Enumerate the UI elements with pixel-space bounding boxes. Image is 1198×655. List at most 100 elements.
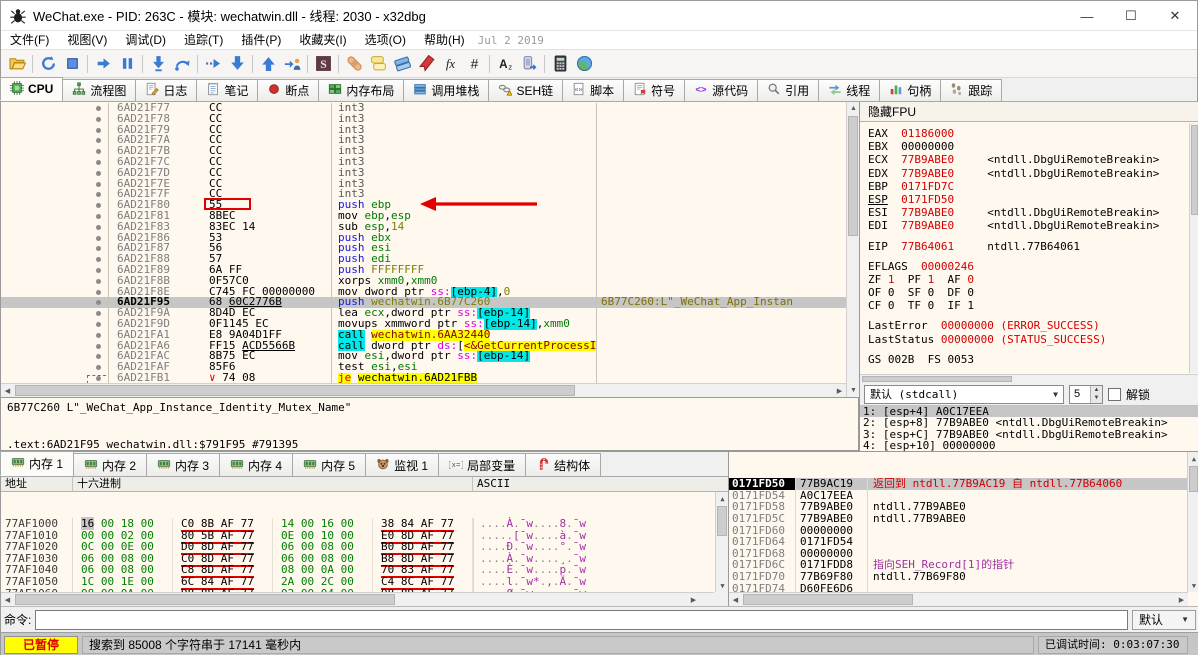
tab-locals-6[interactable]: [x=] 局部变量	[438, 453, 527, 476]
register-line[interactable]: LastStatus 00000000 (STATUS_SUCCESS)	[868, 333, 1190, 346]
pause-icon[interactable]	[115, 52, 139, 76]
breakpoint-dot[interactable]	[93, 297, 109, 309]
tab-reference[interactable]: 引用	[757, 79, 820, 101]
function-icon[interactable]: fx	[438, 52, 462, 76]
hash-icon[interactable]: #	[462, 52, 486, 76]
menu-item-1[interactable]: 视图(V)	[58, 31, 116, 50]
tab-memory-2[interactable]: 内存 3	[146, 453, 221, 476]
register-line[interactable]: EIP 77B64061 ntdll.77B64061	[868, 240, 1190, 253]
stepper-down-icon[interactable]: ▼	[1091, 394, 1102, 403]
unlock-checkbox[interactable]	[1108, 387, 1121, 401]
dump-row[interactable]: 77AF1000 16 00 18 00 C0 8B AF 77 14 00 16 0…	[1, 517, 728, 532]
dump-hscrollbar[interactable]: ◀ ▶	[1, 592, 714, 607]
font-icon[interactable]: Az	[493, 52, 517, 76]
breakpoint-dot[interactable]	[93, 135, 109, 147]
calculator-icon[interactable]	[548, 52, 572, 76]
attach-icon[interactable]	[517, 52, 541, 76]
dump-rows[interactable]: 77AF1000 16 00 18 00 C0 8B AF 77 14 00 16 0…	[1, 492, 728, 592]
breakpoint-dot[interactable]	[93, 232, 109, 244]
register-line[interactable]	[868, 233, 1190, 240]
register-line[interactable]	[868, 253, 1190, 260]
register-line[interactable]: EAX 01186000	[868, 127, 1190, 140]
breakpoint-dot[interactable]	[93, 243, 109, 255]
dump-row[interactable]: 77AF1050 1C 00 1E 00 6C 84 AF 77 2A 00 2C 0…	[1, 574, 728, 590]
tab-memory-4[interactable]: 内存 5	[292, 453, 367, 476]
tab-log[interactable]: 日志	[135, 79, 198, 101]
calling-convention-dropdown[interactable]: 默认 (stdcall) ▼	[864, 384, 1064, 404]
scylla-icon[interactable]: S	[311, 52, 335, 76]
register-line[interactable]	[868, 346, 1190, 353]
tab-symbol[interactable]: 符号	[623, 79, 686, 101]
open-file-icon[interactable]	[5, 52, 29, 76]
breakpoint-dot[interactable]	[93, 362, 109, 373]
breakpoint-dot[interactable]	[93, 156, 109, 168]
registers-list[interactable]: EAX 01186000 EBX 00000000 ECX 77B9ABE0 <nt…	[860, 123, 1190, 373]
command-profile-dropdown[interactable]: 默认 ▼	[1132, 609, 1196, 630]
register-line[interactable]: ESI 77B9ABE0 <ntdll.DbgUiRemoteBreakin>	[868, 206, 1190, 219]
menu-item-6[interactable]: 选项(O)	[356, 31, 415, 50]
stack-row[interactable]: 0171FD74 D60FE6D6	[729, 583, 1198, 592]
breakpoint-dot[interactable]	[93, 200, 109, 211]
register-line[interactable]: CF 0 TF 0 IF 1	[868, 299, 1190, 312]
register-line[interactable]: EDX 77B9ABE0 <ntdll.DbgUiRemoteBreakin>	[868, 167, 1190, 180]
tab-breakpoint[interactable]: 断点	[257, 79, 320, 101]
registers-hscrollbar[interactable]	[860, 374, 1198, 383]
menu-item-5[interactable]: 收藏夹(I)	[290, 31, 355, 50]
stack-vscrollbar[interactable]: ▲ ▼	[1187, 452, 1198, 592]
stepper-up-icon[interactable]: ▲	[1091, 385, 1102, 394]
register-line[interactable]: OF 0 SF 0 DF 0	[868, 286, 1190, 299]
tab-trace[interactable]: 跟踪	[940, 79, 1003, 101]
register-line[interactable]: ZF 1 PF 1 AF 0	[868, 273, 1190, 286]
tab-script[interactable]: «» 脚本	[562, 79, 625, 101]
tab-struct-7[interactable]: 结构体	[525, 453, 602, 476]
tab-notes[interactable]: 笔记	[196, 79, 259, 101]
register-line[interactable]: LastError 00000000 (ERROR_SUCCESS)	[868, 319, 1190, 332]
step-out-icon[interactable]	[256, 52, 280, 76]
tab-memory-map[interactable]: 内存布局	[318, 79, 405, 101]
menu-item-7[interactable]: 帮助(H)	[415, 31, 474, 50]
dump-vscrollbar[interactable]: ▲ ▼	[715, 492, 728, 592]
breakpoint-dot[interactable]	[93, 329, 109, 341]
menu-item-3[interactable]: 追踪(T)	[175, 31, 232, 50]
tab-thread[interactable]: 线程	[818, 79, 881, 101]
tab-source[interactable]: <> 源代码	[684, 79, 759, 101]
tab-graph[interactable]: 流程图	[62, 79, 137, 101]
stop-icon[interactable]	[60, 52, 84, 76]
register-line[interactable]: EBP 0171FD7C	[868, 180, 1190, 193]
breakpoint-dot[interactable]	[93, 308, 109, 319]
menu-item-2[interactable]: 调试(D)	[116, 31, 175, 50]
register-line[interactable]: ECX 77B9ABE0 <ntdll.DbgUiRemoteBreakin>	[868, 153, 1190, 166]
bookmark-icon[interactable]	[414, 52, 438, 76]
breakpoint-dot[interactable]	[93, 113, 109, 125]
run-trace-icon[interactable]	[201, 52, 225, 76]
disassembly-pane[interactable]: 6AD21F77 CC int3 6AD21F78 CC int3 6AD21F79 CC in…	[1, 102, 859, 397]
disasm-vscrollbar[interactable]: ▲ ▼	[846, 102, 859, 397]
register-line[interactable]: EBX 00000000	[868, 140, 1190, 153]
breakpoint-dot[interactable]	[93, 210, 109, 222]
close-button[interactable]: ✕	[1153, 1, 1197, 31]
breakpoint-dot[interactable]	[93, 351, 109, 363]
label-icon[interactable]	[390, 52, 414, 76]
stack-row[interactable]: 0171FD50 77B9AC19 返回到 ntdll.77B9AC19 自 ntd…	[729, 478, 1198, 490]
tab-memory-3[interactable]: 内存 4	[219, 453, 294, 476]
breakpoint-dot[interactable]	[93, 340, 109, 352]
breakpoint-dot[interactable]	[93, 178, 109, 190]
tab-handle[interactable]: 句柄	[879, 79, 942, 101]
breakpoint-dot[interactable]	[93, 167, 109, 179]
argument-row[interactable]: 2: [esp+8] 77B9ABE0 <ntdll.DbgUiRemoteBr…	[860, 417, 1198, 429]
register-line[interactable]: GS 002B FS 0053	[868, 353, 1190, 366]
register-line[interactable]	[868, 312, 1190, 319]
tab-memory-0[interactable]: 内存 1	[0, 451, 75, 476]
breakpoint-dot[interactable]	[93, 275, 109, 287]
arguments-view[interactable]: 1: [esp+4] A0C17EEA 2: [esp+8] 77B9ABE0 <…	[860, 406, 1198, 451]
disasm-hscrollbar[interactable]: ◀ ▶	[1, 383, 846, 397]
breakpoint-dot[interactable]	[93, 146, 109, 157]
run-to-user-icon[interactable]	[280, 52, 304, 76]
menu-item-0[interactable]: 文件(F)	[1, 31, 58, 50]
register-line[interactable]: EDI 77B9ABE0 <ntdll.DbgUiRemoteBreakin>	[868, 219, 1190, 232]
breakpoint-dot[interactable]	[93, 264, 109, 276]
comment-icon[interactable]	[366, 52, 390, 76]
tab-cpu[interactable]: CPU	[0, 77, 64, 101]
tab-watch-5[interactable]: 监视 1	[365, 453, 440, 476]
tab-seh[interactable]: SEH链	[488, 79, 564, 101]
